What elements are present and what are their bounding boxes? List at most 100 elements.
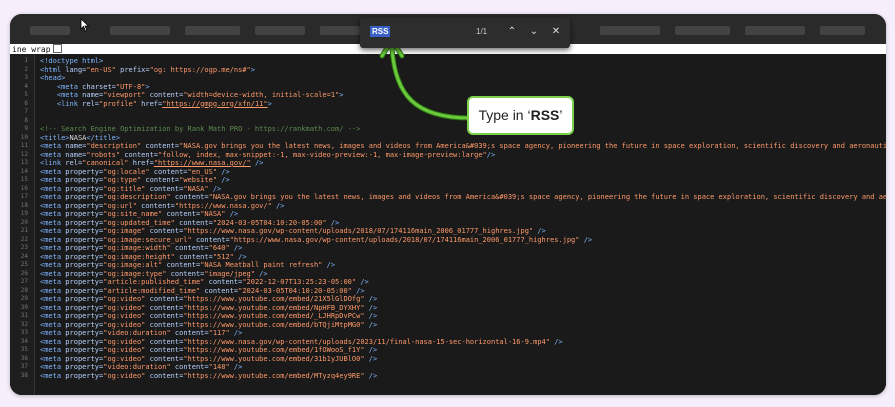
line-number: 23 <box>20 244 28 251</box>
code-text: <meta name="description" content="NASA.g… <box>40 142 886 150</box>
line-number: 18 <box>20 201 28 209</box>
code-token: "https://www.youtube.com/embed/bTQjiMtpM… <box>183 320 365 329</box>
code-token: "follow, index, max-snippet:-1, max-vide… <box>158 150 487 159</box>
code-token: name= <box>82 91 104 99</box>
code-text: <meta property="og:video" content="https… <box>40 338 563 346</box>
close-icon[interactable]: ✕ <box>548 24 564 40</box>
code-text: <meta property="og:type" content="websit… <box>40 176 230 184</box>
code-token[interactable]: "https://gmpg.org/xfn/11" <box>162 100 267 108</box>
code-token: "og:image:secure_url" <box>103 235 192 244</box>
code-token[interactable]: "https://www.nasa.gov/" <box>154 159 251 167</box>
code-token: /> <box>271 201 285 210</box>
find-input[interactable]: RSS <box>370 26 391 37</box>
code-token: /> <box>229 363 243 371</box>
code-token: content= <box>162 261 201 269</box>
code-token: property= <box>65 312 104 320</box>
code-text: <meta name="viewport" content="width=dev… <box>40 91 344 99</box>
code-token: content= <box>170 193 209 201</box>
code-text: <meta property="og:site_name" content="N… <box>40 210 238 218</box>
code-token: property= <box>65 371 104 380</box>
line-number: 8 <box>24 116 28 124</box>
code-token: /> <box>217 167 230 176</box>
code-token: <meta <box>40 201 66 210</box>
code-token: "website" <box>179 176 218 184</box>
code-text: <title>NASA</title> <box>40 134 120 142</box>
code-text: <link rel="canonical" href="https://www.… <box>40 159 263 167</box>
code-text: <head> <box>40 74 65 82</box>
code-token: property= <box>65 346 104 354</box>
code-token: property= <box>65 201 104 210</box>
chevron-down-icon[interactable]: ⌄ <box>526 24 542 40</box>
code-token: content= <box>141 176 180 184</box>
code-token: <meta <box>40 227 66 235</box>
source-code-view[interactable]: 1 <!doctype html> 2 <html lang="en-US" pref… <box>10 55 886 395</box>
chevron-up-icon[interactable]: ⌃ <box>504 24 520 40</box>
code-token: <meta <box>40 184 66 193</box>
code-token: "video:duration" <box>103 329 171 337</box>
code-token: /> <box>486 150 496 159</box>
code-token: /> <box>364 303 378 312</box>
code-token: /> <box>533 227 546 235</box>
code-token: "https://www.youtube.com/embed/NpHFB_DYX… <box>183 303 365 312</box>
code-token: "og:video" <box>103 303 146 312</box>
code-token: "https://www.nasa.gov/wp-content/uploads… <box>183 227 534 235</box>
code-token: content= <box>174 218 213 227</box>
line-number: 30 <box>20 303 28 311</box>
code-token: property= <box>65 337 104 346</box>
code-token: "og:updated_time" <box>103 218 175 227</box>
code-token: property= <box>65 244 104 252</box>
code-token: "https://www.nasa.gov/wp-content/uploads… <box>229 235 580 244</box>
code-text: <meta property="og:video" content="https… <box>40 304 377 312</box>
line-number: 11 <box>20 142 28 149</box>
code-text: <meta property="og:description" content=… <box>40 193 886 201</box>
line-number: 22 <box>20 235 28 243</box>
code-text: <html lang="en-US" prefix="og: https://o… <box>40 66 255 74</box>
code-token: <meta <box>40 337 66 346</box>
code-token: content= <box>200 286 239 295</box>
code-token: "og:video" <box>103 320 146 329</box>
code-token: href= <box>136 99 163 108</box>
code-token: <meta <box>40 329 66 337</box>
code-token: content= <box>204 278 243 286</box>
mouse-cursor-icon <box>80 18 90 32</box>
code-token: "https://www.youtube.com/embed/21X5lGlDO… <box>183 295 365 303</box>
line-number: 1 <box>24 57 28 64</box>
code-token: /> <box>364 346 378 354</box>
code-token: "og:video" <box>103 354 146 363</box>
code-token: "og:image:type" <box>103 269 167 278</box>
code-token: <meta <box>40 346 66 354</box>
code-token: /> <box>250 159 264 167</box>
code-token: "UTF-8" <box>115 82 146 91</box>
code-token: NASA <box>69 133 87 142</box>
code-token: content= <box>145 371 184 380</box>
code-token: /> <box>229 244 243 252</box>
code-token: /> <box>364 295 378 303</box>
code-token: /> <box>549 337 563 346</box>
code-token: "https://www.youtube.com/embed/_LJHRpDvP… <box>183 312 365 320</box>
line-wrap-checkbox[interactable] <box>52 44 62 53</box>
line-number: 12 <box>20 150 28 158</box>
code-token: <meta <box>40 354 66 363</box>
code-token: <link <box>56 99 83 108</box>
code-token: "og:url" <box>103 201 137 210</box>
code-token: content= <box>174 252 213 261</box>
code-text: <meta property="video:duration" content=… <box>40 329 242 337</box>
code-token: <meta <box>40 312 66 320</box>
line-number: 24 <box>20 252 28 260</box>
code-token: "width=device-width, initial-scale=1" <box>183 91 340 99</box>
code-token: content= <box>145 91 184 99</box>
code-token: "og:video" <box>103 371 146 380</box>
code-token: "viewport" <box>103 91 146 99</box>
code-token: "description" <box>86 142 142 150</box>
code-token: /> <box>364 371 378 380</box>
code-token: content= <box>145 227 184 235</box>
code-token: "og:site_name" <box>103 210 163 218</box>
code-token: property= <box>65 184 104 193</box>
code-token: property= <box>65 320 104 329</box>
code-token: property= <box>65 295 104 303</box>
code-token: /> <box>254 269 268 278</box>
code-text: <meta property="og:updated_time" content… <box>40 219 339 227</box>
line-number: 2 <box>24 65 28 73</box>
code-token: "NASA" <box>200 210 226 218</box>
